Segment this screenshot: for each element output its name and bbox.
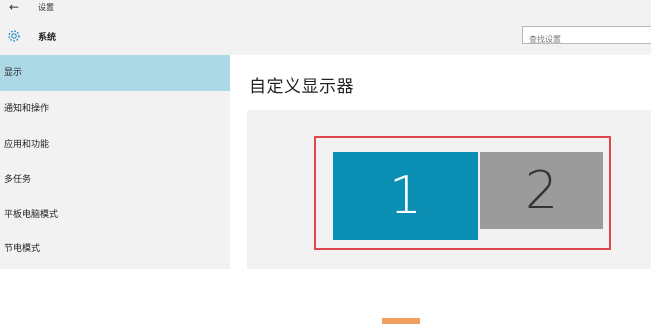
- sidebar-item-notifications[interactable]: 通知和操作: [0, 91, 230, 127]
- sidebar-item-display[interactable]: 显示: [0, 55, 230, 91]
- sidebar-item-multitasking[interactable]: 多任务: [0, 162, 230, 198]
- sidebar-item-label: 显示: [4, 68, 23, 78]
- display-arrangement-area: 1 2: [247, 110, 651, 324]
- sidebar-item-label: 通知和操作: [4, 104, 50, 114]
- monitor-label: 2: [524, 160, 559, 221]
- sidebar-item-label: 节电模式: [4, 244, 41, 254]
- monitor-1[interactable]: 1: [333, 152, 478, 240]
- sidebar-item-label: 平板电脑模式: [4, 210, 59, 220]
- window-title: 设置: [38, 3, 54, 12]
- sidebar-item-label: 应用和功能: [4, 140, 50, 150]
- gear-icon: [8, 30, 20, 42]
- back-arrow-icon[interactable]: ←: [9, 0, 19, 14]
- search-input[interactable]: [523, 31, 651, 48]
- monitor-label: 1: [388, 166, 423, 226]
- main-content: 自定义显示器 1 2: [230, 55, 651, 324]
- section-title: 系统: [38, 33, 57, 43]
- sidebar-item-label: 多任务: [4, 175, 32, 185]
- sidebar: 显示 通知和操作 应用和功能 多任务 平板电脑模式 节电模式: [0, 55, 230, 269]
- identify-button-edge[interactable]: [382, 318, 420, 324]
- monitor-2[interactable]: 2: [480, 152, 603, 229]
- sidebar-item-apps[interactable]: 应用和功能: [0, 127, 230, 163]
- title-bar: ← 设置 系统: [0, 0, 651, 55]
- search-box[interactable]: [522, 26, 651, 48]
- sidebar-item-tablet-mode[interactable]: 平板电脑模式: [0, 197, 230, 233]
- page-title: 自定义显示器: [249, 77, 354, 97]
- sidebar-item-battery-saver[interactable]: 节电模式: [0, 231, 230, 267]
